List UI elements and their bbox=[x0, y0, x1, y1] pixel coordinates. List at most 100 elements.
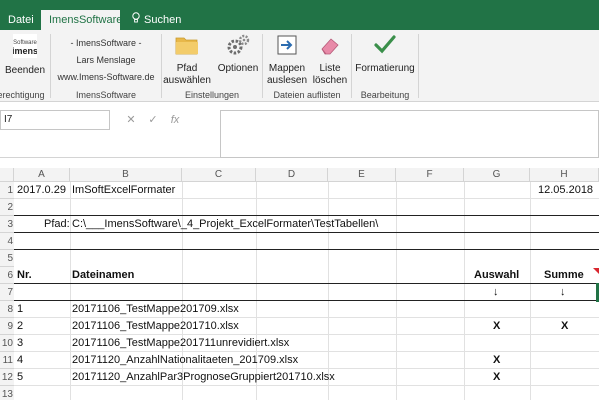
group-label-dateien-auflisten: Dateien auflisten bbox=[273, 90, 341, 100]
column-headers: A B C D E F G H bbox=[0, 168, 599, 182]
column-header-b[interactable]: B bbox=[70, 168, 182, 182]
file-nr[interactable]: 4 bbox=[17, 352, 23, 369]
import-icon bbox=[265, 34, 309, 60]
optionen-button[interactable]: Optionen bbox=[214, 34, 262, 75]
header-dateinamen: Dateinamen bbox=[72, 269, 135, 281]
file-nr[interactable]: 2 bbox=[17, 318, 23, 335]
pfad-label-2: auswählen bbox=[163, 75, 211, 86]
group-divider bbox=[418, 34, 419, 98]
spreadsheet-grid[interactable]: A B C D E F G H 1 2 3 4 5 6 7 8 9 10 11 … bbox=[0, 168, 599, 400]
enter-icon[interactable]: ✓ bbox=[142, 110, 164, 130]
row-header-13[interactable]: 13 bbox=[0, 386, 14, 400]
column-header-a[interactable]: A bbox=[14, 168, 70, 182]
file-nr[interactable]: 3 bbox=[17, 335, 23, 352]
pfad-label-1: Pfad bbox=[176, 63, 198, 74]
file-name[interactable]: 20171120_AnzahlNationalitaeten_201709.xl… bbox=[72, 352, 298, 369]
cell-b1[interactable]: ImSoftExcelFormater bbox=[72, 182, 175, 199]
group-label-einstellungen: Einstellungen bbox=[184, 90, 240, 100]
row-header-8[interactable]: 8 bbox=[0, 301, 14, 318]
file-name[interactable]: 20171106_TestMappe201709.xlsx bbox=[72, 301, 239, 318]
info-company: - ImensSoftware - bbox=[70, 38, 142, 48]
beenden-label: Beenden bbox=[4, 65, 46, 76]
liste-loeschen-button[interactable]: Liste löschen bbox=[309, 34, 351, 87]
fx-icon[interactable]: fx bbox=[164, 110, 186, 130]
folder-icon bbox=[162, 34, 212, 60]
formatierung-label: Formatierung bbox=[355, 63, 415, 74]
liste-label-1: Liste bbox=[319, 63, 341, 74]
file-auswahl[interactable]: X bbox=[493, 352, 500, 369]
group-berechtigung: Software imens Beenden Berechtigung bbox=[0, 30, 50, 102]
group-label-bearbeitung: Bearbeitung bbox=[360, 90, 410, 100]
group-bearbeitung: Formatierung Bearbeitung bbox=[352, 30, 418, 102]
row-header-11[interactable]: 11 bbox=[0, 352, 14, 369]
ribbon: Software imens Beenden Berechtigung - Im… bbox=[0, 30, 599, 102]
name-box[interactable]: I7 bbox=[0, 110, 110, 130]
title-bar: Datei ImensSoftware Suchen bbox=[0, 0, 599, 30]
border-line bbox=[14, 249, 599, 250]
mappen-label-1: Mappen bbox=[268, 63, 306, 74]
column-header-f[interactable]: F bbox=[396, 168, 464, 182]
row-header-9[interactable]: 9 bbox=[0, 318, 14, 335]
pfad-value[interactable]: C:\___ImensSoftware\_4_Projekt_ExcelForm… bbox=[72, 216, 378, 233]
info-website: www.Imens-Software.de bbox=[57, 72, 155, 82]
pfad-auswaehlen-button[interactable]: Pfad auswählen bbox=[162, 34, 212, 87]
group-imenssoftware: - ImensSoftware - Lars Menslage www.Imen… bbox=[51, 30, 161, 102]
arrow-down-summe-icon: ↓ bbox=[560, 286, 566, 298]
row-header-4[interactable]: 4 bbox=[0, 233, 14, 250]
gears-icon bbox=[214, 34, 262, 60]
file-name[interactable]: 20171120_AnzahlPar3PrognoseGruppiert2017… bbox=[72, 369, 335, 386]
lightbulb-icon bbox=[132, 10, 140, 30]
row-header-5[interactable]: 5 bbox=[0, 250, 14, 267]
column-header-c[interactable]: C bbox=[182, 168, 256, 182]
row-header-1[interactable]: 1 bbox=[0, 182, 14, 199]
column-header-g[interactable]: G bbox=[464, 168, 530, 182]
eraser-icon bbox=[309, 34, 351, 60]
pfad-label: Pfad: bbox=[44, 218, 70, 230]
file-summe[interactable]: X bbox=[561, 318, 568, 335]
optionen-label: Optionen bbox=[217, 63, 259, 74]
formatierung-button[interactable]: Formatierung bbox=[352, 34, 418, 75]
file-auswahl[interactable]: X bbox=[493, 318, 500, 335]
tab-suchen-label: Suchen bbox=[144, 14, 182, 26]
cell-h1[interactable]: 12.05.2018 bbox=[538, 182, 593, 199]
tab-datei[interactable]: Datei bbox=[0, 10, 42, 30]
row-header-10[interactable]: 10 bbox=[0, 335, 14, 352]
file-nr[interactable]: 1 bbox=[17, 301, 23, 318]
row-header-12[interactable]: 12 bbox=[0, 369, 14, 386]
formula-input[interactable] bbox=[220, 110, 599, 158]
header-summe: Summe bbox=[544, 269, 584, 281]
group-einstellungen: Pfad auswählen Optionen Einstellungen bbox=[162, 30, 262, 102]
svg-text:imens: imens bbox=[13, 46, 37, 56]
tab-imenssoftware[interactable]: ImensSoftware bbox=[41, 10, 122, 30]
file-auswahl[interactable]: X bbox=[493, 369, 500, 386]
formula-bar: I7 ✕ ✓ fx bbox=[0, 102, 599, 158]
beenden-button[interactable]: Software imens Beenden bbox=[3, 34, 47, 77]
file-nr[interactable]: 5 bbox=[17, 369, 23, 386]
file-name[interactable]: 20171106_TestMappe201710.xlsx bbox=[72, 318, 239, 335]
tab-suchen[interactable]: Suchen bbox=[124, 10, 189, 30]
column-header-d[interactable]: D bbox=[256, 168, 328, 182]
info-author: Lars Menslage bbox=[76, 55, 136, 65]
software-imens-logo-icon: Software imens bbox=[3, 34, 47, 62]
row-header-2[interactable]: 2 bbox=[0, 199, 14, 216]
row-header-7[interactable]: 7 bbox=[0, 284, 14, 301]
header-auswahl: Auswahl bbox=[474, 269, 520, 281]
file-name[interactable]: 20171106_TestMappe201711unrevidiert.xlsx bbox=[72, 335, 289, 352]
group-dateien-auflisten: Mappen auslesen Liste löschen Dateien au… bbox=[263, 30, 351, 102]
formula-tools: ✕ ✓ fx bbox=[120, 110, 218, 130]
cell-a1[interactable]: 2017.0.29 bbox=[17, 182, 66, 199]
select-all-corner[interactable] bbox=[0, 168, 14, 182]
mappen-auslesen-button[interactable]: Mappen auslesen bbox=[265, 34, 309, 87]
liste-label-2: löschen bbox=[312, 75, 348, 86]
comment-indicator-icon[interactable] bbox=[591, 268, 599, 276]
arrow-down-auswahl-icon: ↓ bbox=[493, 286, 499, 298]
cancel-icon[interactable]: ✕ bbox=[120, 110, 142, 130]
row-header-3[interactable]: 3 bbox=[0, 216, 14, 233]
header-nr: Nr. bbox=[17, 269, 32, 281]
group-label-imenssoftware: ImensSoftware bbox=[75, 90, 137, 100]
mappen-label-2: auslesen bbox=[266, 75, 308, 86]
column-header-e[interactable]: E bbox=[328, 168, 396, 182]
column-header-h[interactable]: H bbox=[530, 168, 599, 182]
checkmark-icon bbox=[352, 34, 418, 60]
row-header-6[interactable]: 6 bbox=[0, 267, 14, 284]
